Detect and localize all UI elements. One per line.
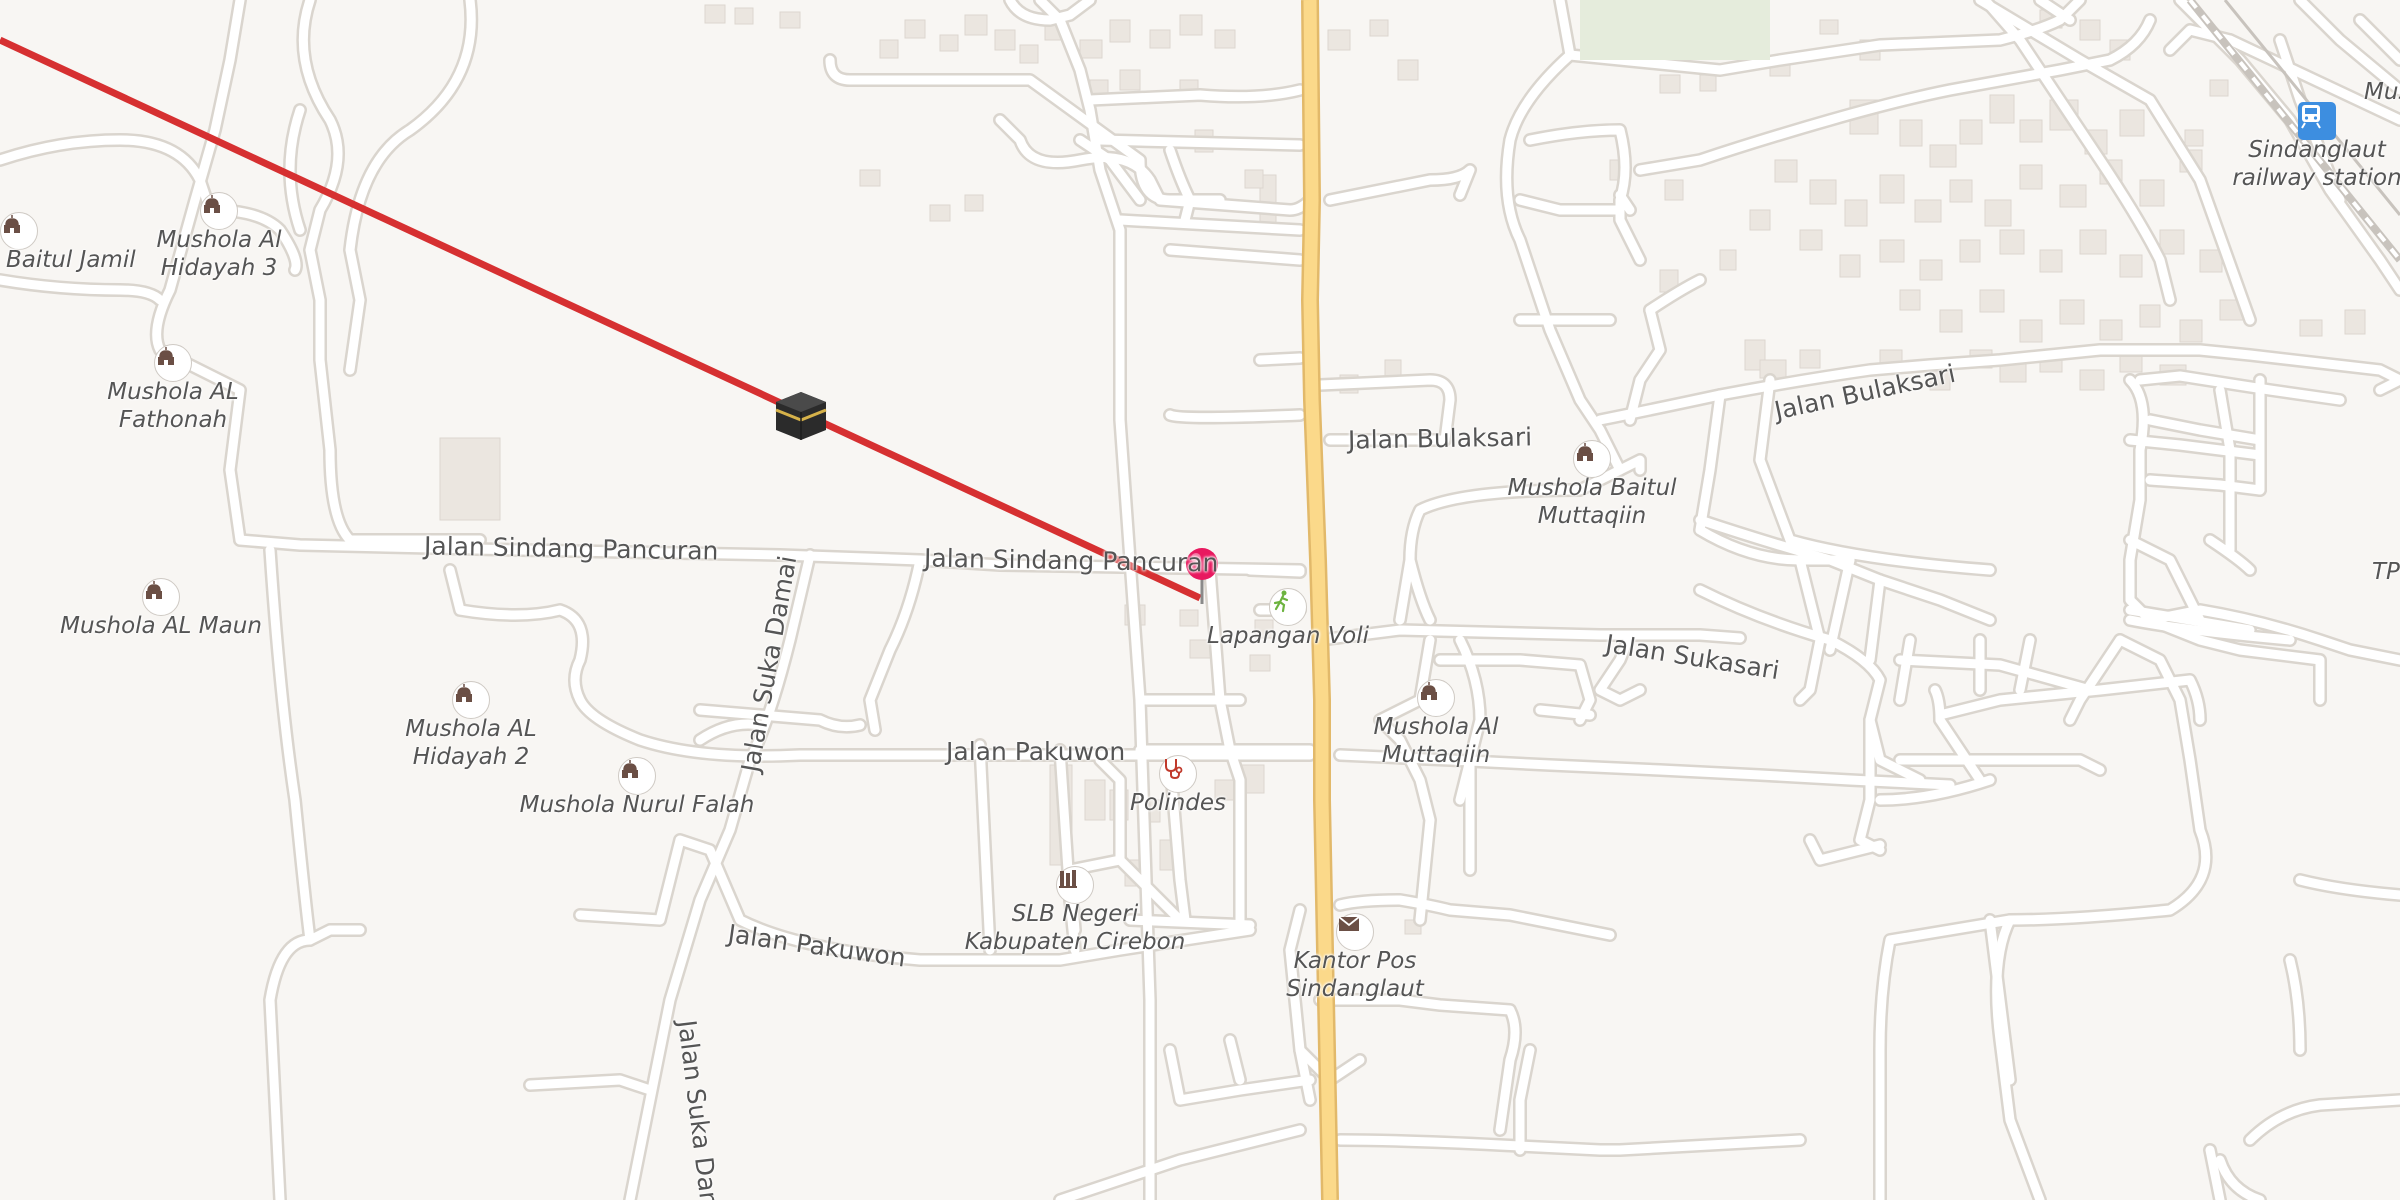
edge-label-right: TP bbox=[2372, 559, 2400, 585]
mosque-icon bbox=[0, 212, 38, 250]
qibla-direction-line bbox=[0, 36, 1202, 602]
street-label-bulaksari-west: Jalan Bulaksari bbox=[1347, 422, 1533, 455]
mosque-icon bbox=[142, 578, 180, 616]
street-label-sindang-pancuran-west: Jalan Sindang Pancuran bbox=[423, 531, 719, 566]
stethoscope-icon bbox=[1159, 755, 1197, 793]
mosque-icon bbox=[200, 192, 238, 230]
park-area bbox=[1580, 0, 1770, 60]
mosque-icon bbox=[452, 681, 490, 719]
poi-label: SLB Negeri Kabupaten Cirebon bbox=[964, 901, 1186, 955]
poi-label: Mushola AL Maun bbox=[60, 613, 262, 639]
poi-label: Sindanglaut railway station bbox=[2232, 137, 2400, 191]
poi-label: Polindes bbox=[1129, 790, 1227, 816]
poi-label: Mushola Al Hidayah 3 bbox=[156, 227, 282, 281]
mosque-icon bbox=[154, 344, 192, 382]
mosque-icon bbox=[1573, 440, 1611, 478]
poi-label: Mushola AL Fathonah bbox=[107, 379, 239, 433]
edge-label-top-right: Mus bbox=[2364, 79, 2400, 105]
volleyball-icon bbox=[1269, 588, 1307, 626]
train-icon bbox=[2298, 102, 2336, 140]
poi-label: Mushola Baitul Muttaqiin bbox=[1507, 475, 1677, 529]
poi-label: Mushola AL Hidayah 2 bbox=[405, 716, 537, 770]
school-icon bbox=[1056, 866, 1094, 904]
main-road bbox=[1300, 0, 1339, 1200]
poi-label: Baitul Jamil bbox=[6, 247, 136, 273]
street-label-pakuwon-north: Jalan Pakuwon bbox=[946, 737, 1126, 766]
poi-label: Mushola Nurul Falah bbox=[519, 792, 755, 818]
map-view[interactable]: Jalan Sindang Pancuran Jalan Sindang Pan… bbox=[0, 0, 2400, 1200]
poi-label: Kantor Pos Sindanglaut bbox=[1286, 948, 1424, 1002]
mosque-icon bbox=[618, 757, 656, 795]
poi-label: Mushola Al Muttaqiin bbox=[1373, 714, 1499, 768]
poi-label: Lapangan Voli bbox=[1207, 623, 1369, 649]
mail-icon bbox=[1336, 913, 1374, 951]
kaaba-icon[interactable] bbox=[772, 388, 830, 442]
mosque-icon bbox=[1417, 679, 1455, 717]
street-label-sindang-pancuran-east: Jalan Sindang Pancuran bbox=[923, 543, 1219, 578]
